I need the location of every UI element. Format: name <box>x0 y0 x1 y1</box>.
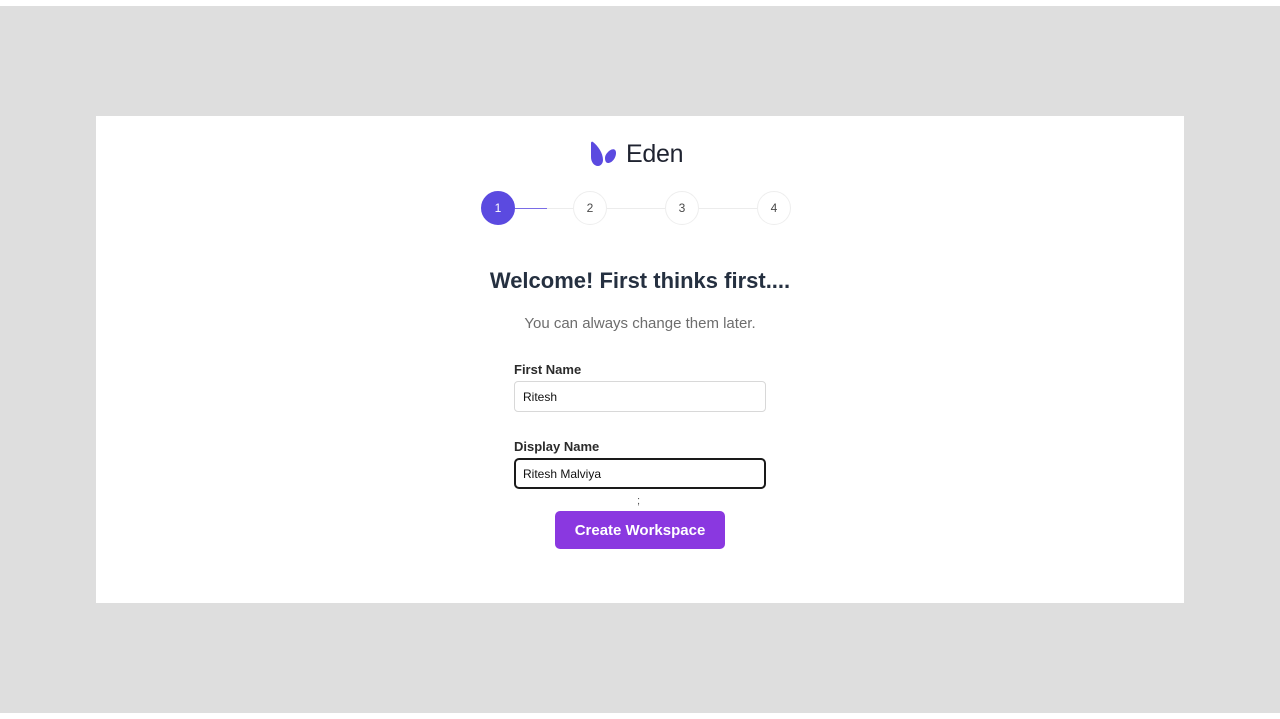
display-name-input[interactable] <box>514 458 766 489</box>
step-1: 1 <box>481 191 515 225</box>
first-name-label: First Name <box>514 362 582 377</box>
step-connector <box>607 208 665 209</box>
page-subtitle: You can always change them later. <box>524 315 756 332</box>
brand-name: Eden <box>626 139 684 168</box>
first-name-input[interactable] <box>514 381 766 412</box>
step-connector <box>515 208 547 209</box>
progress-stepper: 1 2 3 4 <box>481 191 791 227</box>
create-workspace-button[interactable]: Create Workspace <box>555 511 725 549</box>
step-3: 3 <box>665 191 699 225</box>
display-name-label: Display Name <box>514 439 600 454</box>
eden-leaf-icon <box>590 141 618 167</box>
step-4: 4 <box>757 191 791 225</box>
brand-logo: Eden <box>590 140 683 168</box>
page-title: Welcome! First thinks first.... <box>489 268 791 293</box>
text-cursor-icon: ​; <box>637 495 641 507</box>
step-connector <box>699 208 757 209</box>
step-connector <box>547 208 573 209</box>
step-2: 2 <box>573 191 607 225</box>
